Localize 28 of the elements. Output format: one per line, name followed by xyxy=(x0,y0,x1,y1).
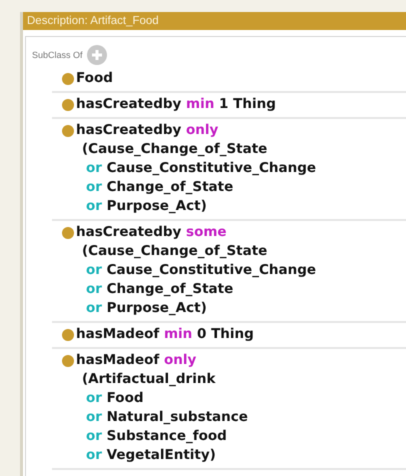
panel-title: Description: Artifact_Food xyxy=(23,12,406,30)
axiom-text: or Cause_Constitutive_Change xyxy=(85,159,316,178)
axiom-text: (Cause_Change_of_State xyxy=(81,242,268,261)
add-icon[interactable] xyxy=(86,45,107,65)
bullet-icon xyxy=(62,354,74,366)
axiom-text: hasCreatedby some xyxy=(76,223,227,242)
axiom-text: or Cause_Constitutive_Change xyxy=(85,261,316,280)
axiom-text: or Purpose_Act) xyxy=(85,197,207,216)
axiom-text: or Purpose_Act) xyxy=(85,299,207,318)
bullet-icon xyxy=(62,72,74,84)
axiom-text: or Change_of_State xyxy=(85,280,234,299)
axiom-text: or Natural_substance xyxy=(85,408,248,427)
axiom-text: or Food xyxy=(85,389,144,408)
axiom-text: Food xyxy=(76,69,113,88)
bullet-icon xyxy=(62,226,74,238)
axiom-text: hasCreatedby only xyxy=(76,121,218,140)
section-label: SubClass Of xyxy=(32,50,83,60)
axiom-text: hasCreatedby min 1 Thing xyxy=(76,95,276,114)
axiom-text: or Change_of_State xyxy=(85,178,234,197)
axiom-text: hasMadeof only xyxy=(76,351,196,370)
axiom-text: hasMadeof min 0 Thing xyxy=(76,325,254,344)
bullet-icon xyxy=(62,328,74,340)
bullet-icon xyxy=(62,124,74,136)
axiom-text: or VegetalEntity) xyxy=(85,446,216,465)
axiom-text: or Substance_food xyxy=(85,427,227,446)
bullet-icon xyxy=(62,98,74,110)
axiom-text: (Artifactual_drink xyxy=(81,370,216,389)
axiom-text: (Cause_Change_of_State xyxy=(81,140,268,159)
